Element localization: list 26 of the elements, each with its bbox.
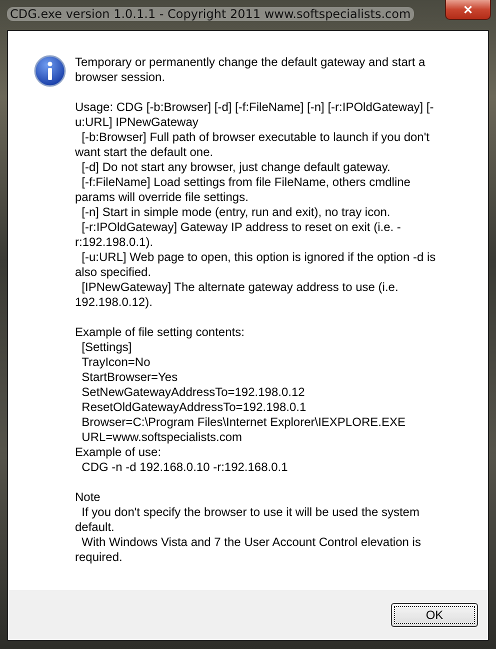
message-line: SetNewGatewayAddressTo=192.198.0.12	[80, 385, 306, 400]
message-line: [-u:URL] Web page to open, this option is ignored if the option -d is also specified.	[75, 250, 437, 280]
message-line: ResetOldGatewayAddressTo=192.198.0.1	[80, 400, 308, 415]
message-line: [-r:IPOldGateway] Gateway IP address to reset on exit (i.e. -r:192.198.0.1).	[75, 220, 402, 250]
message-line: [Settings]	[80, 340, 133, 355]
message-line: Browser=C:\Program Files\Internet Explorer\IEXPLORE.EXE	[80, 415, 406, 430]
message-line: URL=www.softspecialists.com	[80, 430, 244, 445]
message-line: [-b:Browser] Full path of browser executable to launch if you don't want start the default one.	[75, 130, 430, 160]
message-line: [-d] Do not start any browser, just change default gateway.	[80, 160, 392, 175]
message-line: If you don't specify the browser to use it will be used the system default.	[75, 505, 420, 535]
message-line: Example of use:	[75, 445, 162, 460]
message-line: StartBrowser=Yes	[80, 370, 179, 385]
window-title: CDG.exe version 1.0.1.1 - Copyright 2011 www.softspecialists.com	[7, 7, 414, 21]
message-line: [-f:FileName] Load settings from file FileName, others cmdline params will override file settings.	[75, 175, 412, 205]
message-line: Temporary or permanently change the default gateway and start a browser session.	[75, 55, 426, 85]
info-icon	[34, 55, 66, 87]
message-line: [IPNewGateway] The alternate gateway address to use (i.e. 192.198.0.12).	[75, 280, 400, 310]
message-line: With Windows Vista and 7 the User Account Control elevation is required.	[75, 535, 422, 565]
message-line: [-n] Start in simple mode (entry, run and exit), no tray icon.	[80, 205, 392, 220]
message-line: Example of file setting contents:	[75, 325, 246, 340]
close-button[interactable]: ✕	[445, 0, 491, 20]
message-line: Note	[75, 490, 102, 505]
message-line: TrayIcon=No	[80, 355, 152, 370]
message-line: Usage: CDG [-b:Browser] [-d] [-f:FileName] [-n] [-r:IPOldGateway] [-u:URL] IPNewGateway	[75, 100, 435, 130]
message-line: CDG -n -d 192.168.0.10 -r:192.168.0.1	[80, 460, 289, 475]
ok-button[interactable]: OK	[391, 603, 478, 627]
